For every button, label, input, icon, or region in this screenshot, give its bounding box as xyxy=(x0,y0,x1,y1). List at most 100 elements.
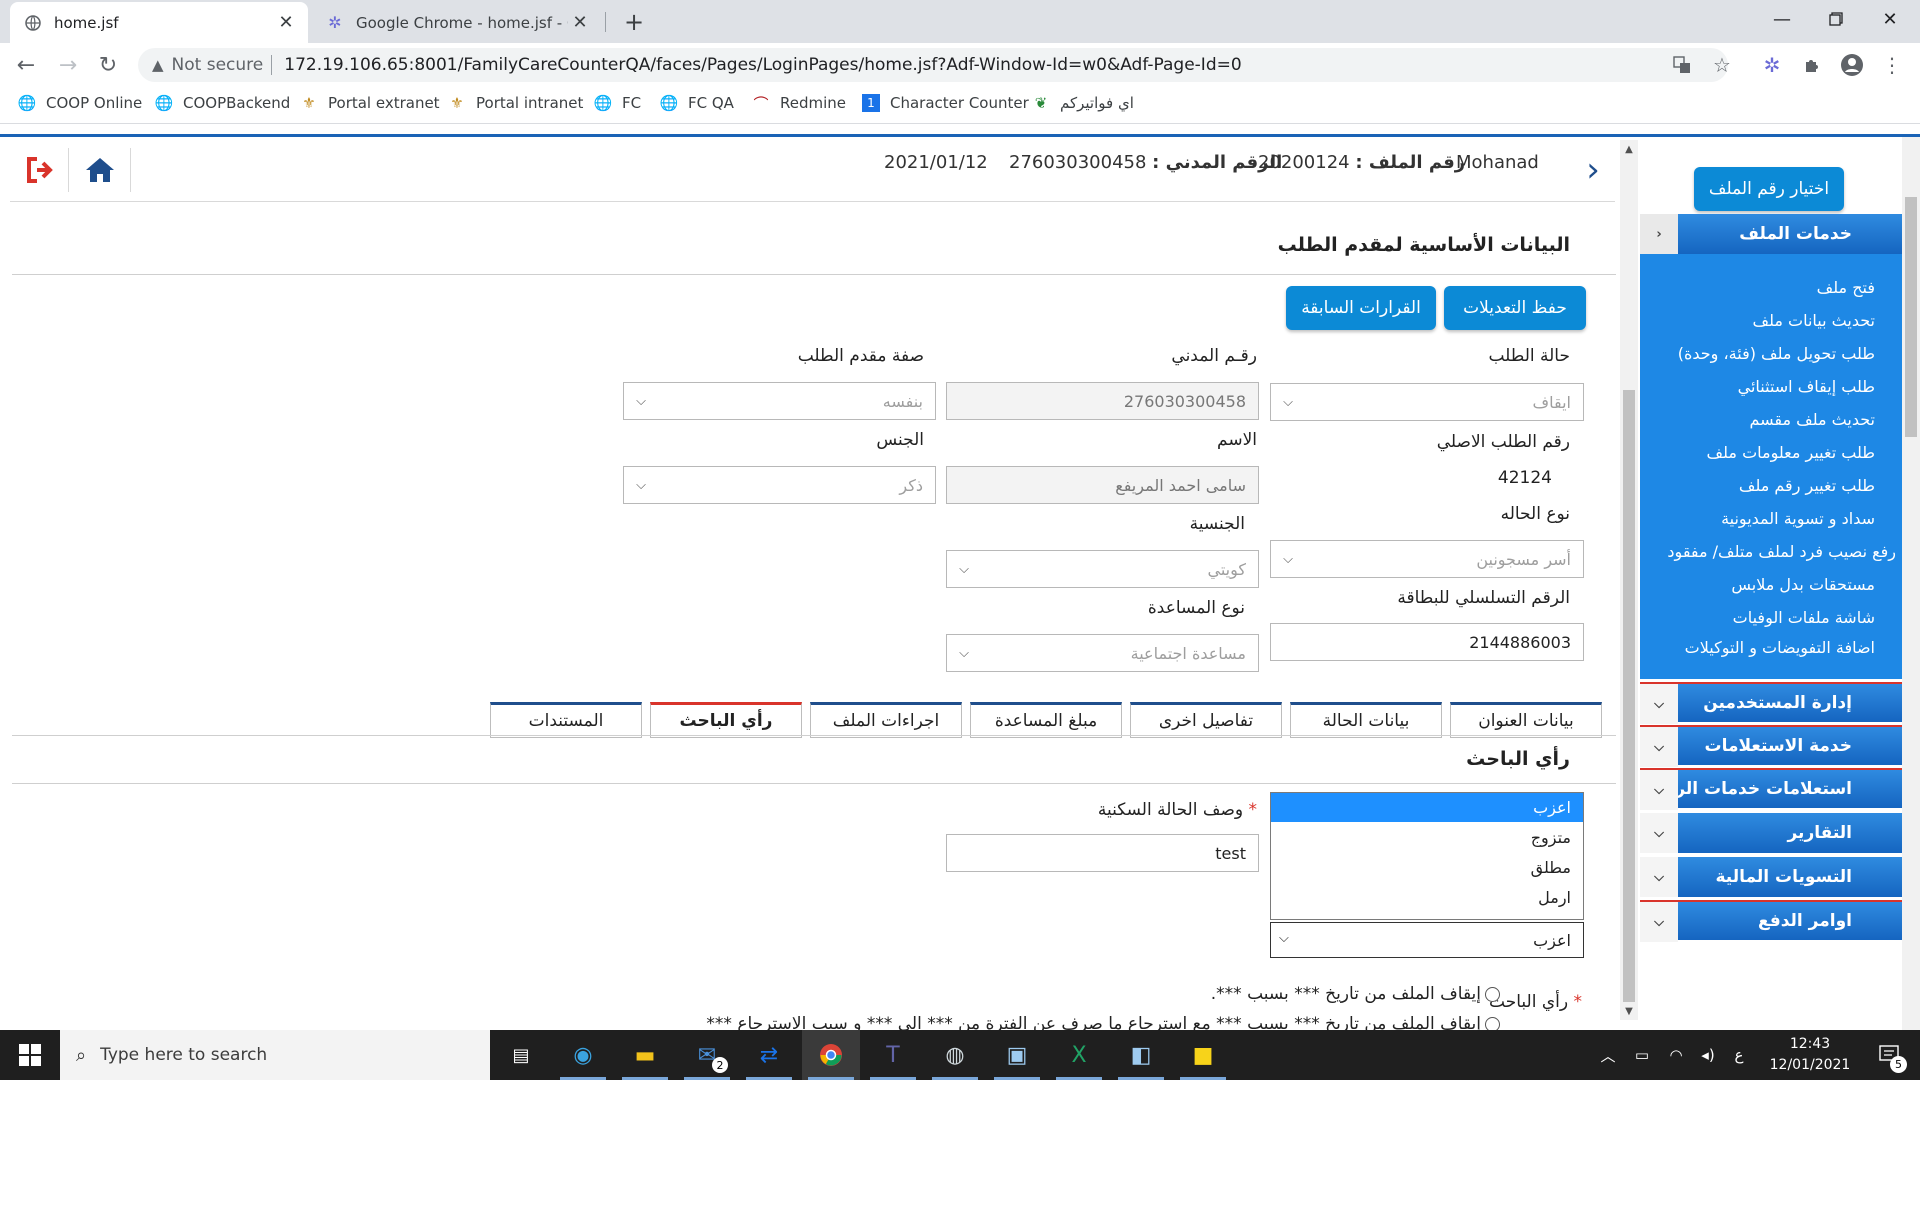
bookmark-coop-online[interactable]: 🌐 COOP Online xyxy=(18,94,143,112)
maximize-icon[interactable] xyxy=(1808,0,1864,38)
sidebar-item-update-split-file[interactable]: تحديث ملف مقسم xyxy=(1749,410,1875,429)
name-input[interactable]: سامى احمد المريفع xyxy=(946,466,1259,504)
file-explorer-icon[interactable]: ▬ xyxy=(616,1030,674,1080)
volume-icon[interactable]: ◂) xyxy=(1692,1030,1724,1080)
address-bar[interactable]: ▲ Not secure 172.19.106.65:8001/FamilyCa… xyxy=(138,48,1728,82)
chevron-down-icon[interactable]: ⌵ xyxy=(1640,684,1678,724)
mail-icon[interactable]: ✉ 2 xyxy=(678,1030,736,1080)
translate-icon[interactable] xyxy=(1666,49,1698,81)
bookmark-portal-extranet[interactable]: ⚜ Portal extranet xyxy=(300,94,439,112)
radio-option-stop[interactable]: إيقاف الملف من تاريخ *** بسبب ***. xyxy=(1211,984,1500,1004)
sidebar-section-user-management[interactable]: ⌵ إدارة المستخدمين xyxy=(1640,682,1902,724)
tab-case-data[interactable]: بيانات الحالة xyxy=(1290,702,1442,738)
task-view-icon[interactable]: ▤ xyxy=(492,1030,550,1080)
sidebar-item-clothing-allowance[interactable]: مستحقات بدل ملابس xyxy=(1731,575,1875,594)
dropdown-option[interactable]: مطلق xyxy=(1271,853,1583,882)
tab-address[interactable]: بيانات العنوان xyxy=(1450,702,1602,738)
input-language[interactable]: ع xyxy=(1726,1030,1752,1080)
applicant-capacity-select[interactable]: بنفسه ⌵ xyxy=(623,382,936,420)
chevron-down-icon[interactable]: ⌵ xyxy=(1640,857,1678,897)
aid-type-select[interactable]: مساعدة اجتماعية ⌵ xyxy=(946,634,1259,672)
tab-researcher-opinion[interactable]: رأي الباحث xyxy=(650,702,802,738)
bookmark-portal-intranet[interactable]: ⚜ Portal intranet xyxy=(448,94,583,112)
database-icon[interactable]: ◍ xyxy=(926,1030,984,1080)
dropdown-option[interactable]: ارمل xyxy=(1271,883,1583,912)
tray-chevron-up-icon[interactable]: ︿ xyxy=(1594,1030,1622,1080)
bookmark-redmine[interactable]: ⌒ Redmine xyxy=(752,94,846,113)
menu-kebab-icon[interactable]: ⋮ xyxy=(1876,49,1908,81)
bookmark-star-icon[interactable]: ☆ xyxy=(1706,49,1738,81)
reload-icon[interactable]: ↻ xyxy=(92,49,124,81)
previous-decisions-button[interactable]: القرارات السابقة xyxy=(1286,286,1436,330)
sidebar-item-authorizations[interactable]: اضافة التفويضات و التوكيلات xyxy=(1685,638,1875,657)
teams-icon[interactable]: T xyxy=(864,1030,922,1080)
bookmark-character-counter[interactable]: 1 Character Counter xyxy=(862,94,1029,112)
sidebar-item-debt-settlement[interactable]: سداد و تسوية المديونية xyxy=(1721,509,1875,528)
teamviewer-icon[interactable]: ⇄ xyxy=(740,1030,798,1080)
scroll-down-icon[interactable]: ▼ xyxy=(1620,1002,1638,1020)
sidebar-section-payment-orders[interactable]: ⌵ اوامر الدفع xyxy=(1640,900,1902,942)
request-status-select[interactable]: ايقاف ⌵ xyxy=(1270,383,1584,421)
dropdown-option[interactable]: اعزب xyxy=(1271,793,1583,822)
tab-home-jsf[interactable]: home.jsf ✕ xyxy=(10,2,308,43)
forward-icon[interactable]: → xyxy=(52,49,84,81)
back-icon[interactable]: ← xyxy=(10,49,42,81)
scroll-up-icon[interactable]: ▲ xyxy=(1620,140,1638,158)
gender-select[interactable]: ذكر ⌵ xyxy=(623,466,936,504)
chevron-right-icon[interactable]: › xyxy=(1578,150,1608,190)
marital-status-select[interactable]: اعزب ⌵ xyxy=(1270,922,1584,958)
sidebar-section-reports[interactable]: ⌵ التقارير xyxy=(1640,813,1902,853)
scrollbar-thumb[interactable] xyxy=(1905,197,1917,437)
wifi-icon[interactable]: ◠ xyxy=(1660,1030,1692,1080)
sidebar-scrollbar[interactable] xyxy=(1902,137,1920,1030)
sidebar-item-exceptional-stop[interactable]: طلب إيقاف استثنائي xyxy=(1738,377,1875,396)
remote-desktop-icon[interactable]: ▣ xyxy=(988,1030,1046,1080)
bookmark-ifawaterkum[interactable]: ❦ اي فواتيركم xyxy=(1032,94,1134,112)
home-icon[interactable] xyxy=(82,152,118,188)
chevron-left-icon[interactable]: ‹ xyxy=(1640,214,1678,254)
chevron-down-icon[interactable]: ⌵ xyxy=(1640,727,1678,767)
sidebar-section-inquiries[interactable]: ⌵ خدمة الاستعلامات xyxy=(1640,725,1902,767)
save-changes-button[interactable]: حفظ التعديلات xyxy=(1444,286,1586,330)
chevron-down-icon[interactable]: ⌵ xyxy=(1640,770,1678,810)
notepad-icon[interactable]: ◧ xyxy=(1112,1030,1170,1080)
bookmark-fc[interactable]: 🌐 FC xyxy=(594,94,641,112)
extension-snowflake-icon[interactable]: ✲ xyxy=(1756,49,1788,81)
card-serial-input[interactable]: 2144886003 xyxy=(1270,623,1584,661)
sidebar-section-financial-settlements[interactable]: ⌵ التسويات المالية xyxy=(1640,857,1902,897)
tab-file-actions[interactable]: اجراءات الملف xyxy=(810,702,962,738)
chevron-down-icon[interactable]: ⌵ xyxy=(1640,813,1678,853)
choose-file-number-button[interactable]: اختيار رقم الملف xyxy=(1694,167,1844,211)
case-type-select[interactable]: أسر مسجونين ⌵ xyxy=(1270,540,1584,578)
sidebar-item-update-file[interactable]: تحديث بيانات ملف xyxy=(1753,311,1876,330)
sidebar-item-raise-share[interactable]: رفع نصيب فرد لملف متلف/ مفقود xyxy=(1667,542,1896,561)
windows-start-icon[interactable] xyxy=(0,1030,60,1080)
radio-icon[interactable] xyxy=(1485,1016,1500,1030)
sticky-notes-icon[interactable]: ■ xyxy=(1174,1030,1232,1080)
sidebar-item-death-files[interactable]: شاشة ملفات الوفيات xyxy=(1733,608,1875,627)
chrome-icon[interactable] xyxy=(802,1030,860,1080)
radio-option-stop-refund[interactable]: إيقاف الملف من تاريخ *** بسبب *** مع است… xyxy=(706,1014,1500,1030)
extensions-puzzle-icon[interactable] xyxy=(1796,49,1828,81)
profile-avatar-icon[interactable] xyxy=(1836,49,1868,81)
sidebar-item-change-file-info[interactable]: طلب تغيير معلومات ملف xyxy=(1707,443,1875,462)
tab-google-chrome[interactable]: ✲ Google Chrome - home.jsf - Goo ✕ xyxy=(312,2,602,43)
taskbar-clock[interactable]: 12:43 12/01/2021 xyxy=(1755,1034,1865,1076)
tab-documents[interactable]: المستندات xyxy=(490,702,642,738)
sidebar-item-transfer-file[interactable]: طلب تحويل ملف (فئة، وحدة) xyxy=(1678,344,1875,363)
main-scrollbar[interactable]: ▲ ▼ xyxy=(1620,140,1638,1020)
sidebar-item-change-file-number[interactable]: طلب تغيير رقم ملف xyxy=(1739,476,1875,495)
minimize-icon[interactable]: — xyxy=(1754,0,1810,38)
logout-icon[interactable] xyxy=(22,152,58,188)
excel-icon[interactable]: X xyxy=(1050,1030,1108,1080)
tab-close-icon[interactable]: ✕ xyxy=(568,11,592,35)
bookmark-fc-qa[interactable]: 🌐 FC QA xyxy=(660,94,734,112)
housing-input[interactable]: test xyxy=(946,834,1259,872)
new-tab-icon[interactable]: + xyxy=(620,8,648,36)
bookmark-coopbackend[interactable]: 🌐 COOPBackend xyxy=(155,94,291,112)
battery-icon[interactable]: ▭ xyxy=(1626,1030,1658,1080)
sidebar-section-file-services[interactable]: ‹ خدمات الملف xyxy=(1640,214,1902,254)
radio-icon[interactable] xyxy=(1485,986,1500,1002)
tab-close-icon[interactable]: ✕ xyxy=(274,11,298,35)
tab-aid-amount[interactable]: مبلغ المساعدة xyxy=(970,702,1122,738)
